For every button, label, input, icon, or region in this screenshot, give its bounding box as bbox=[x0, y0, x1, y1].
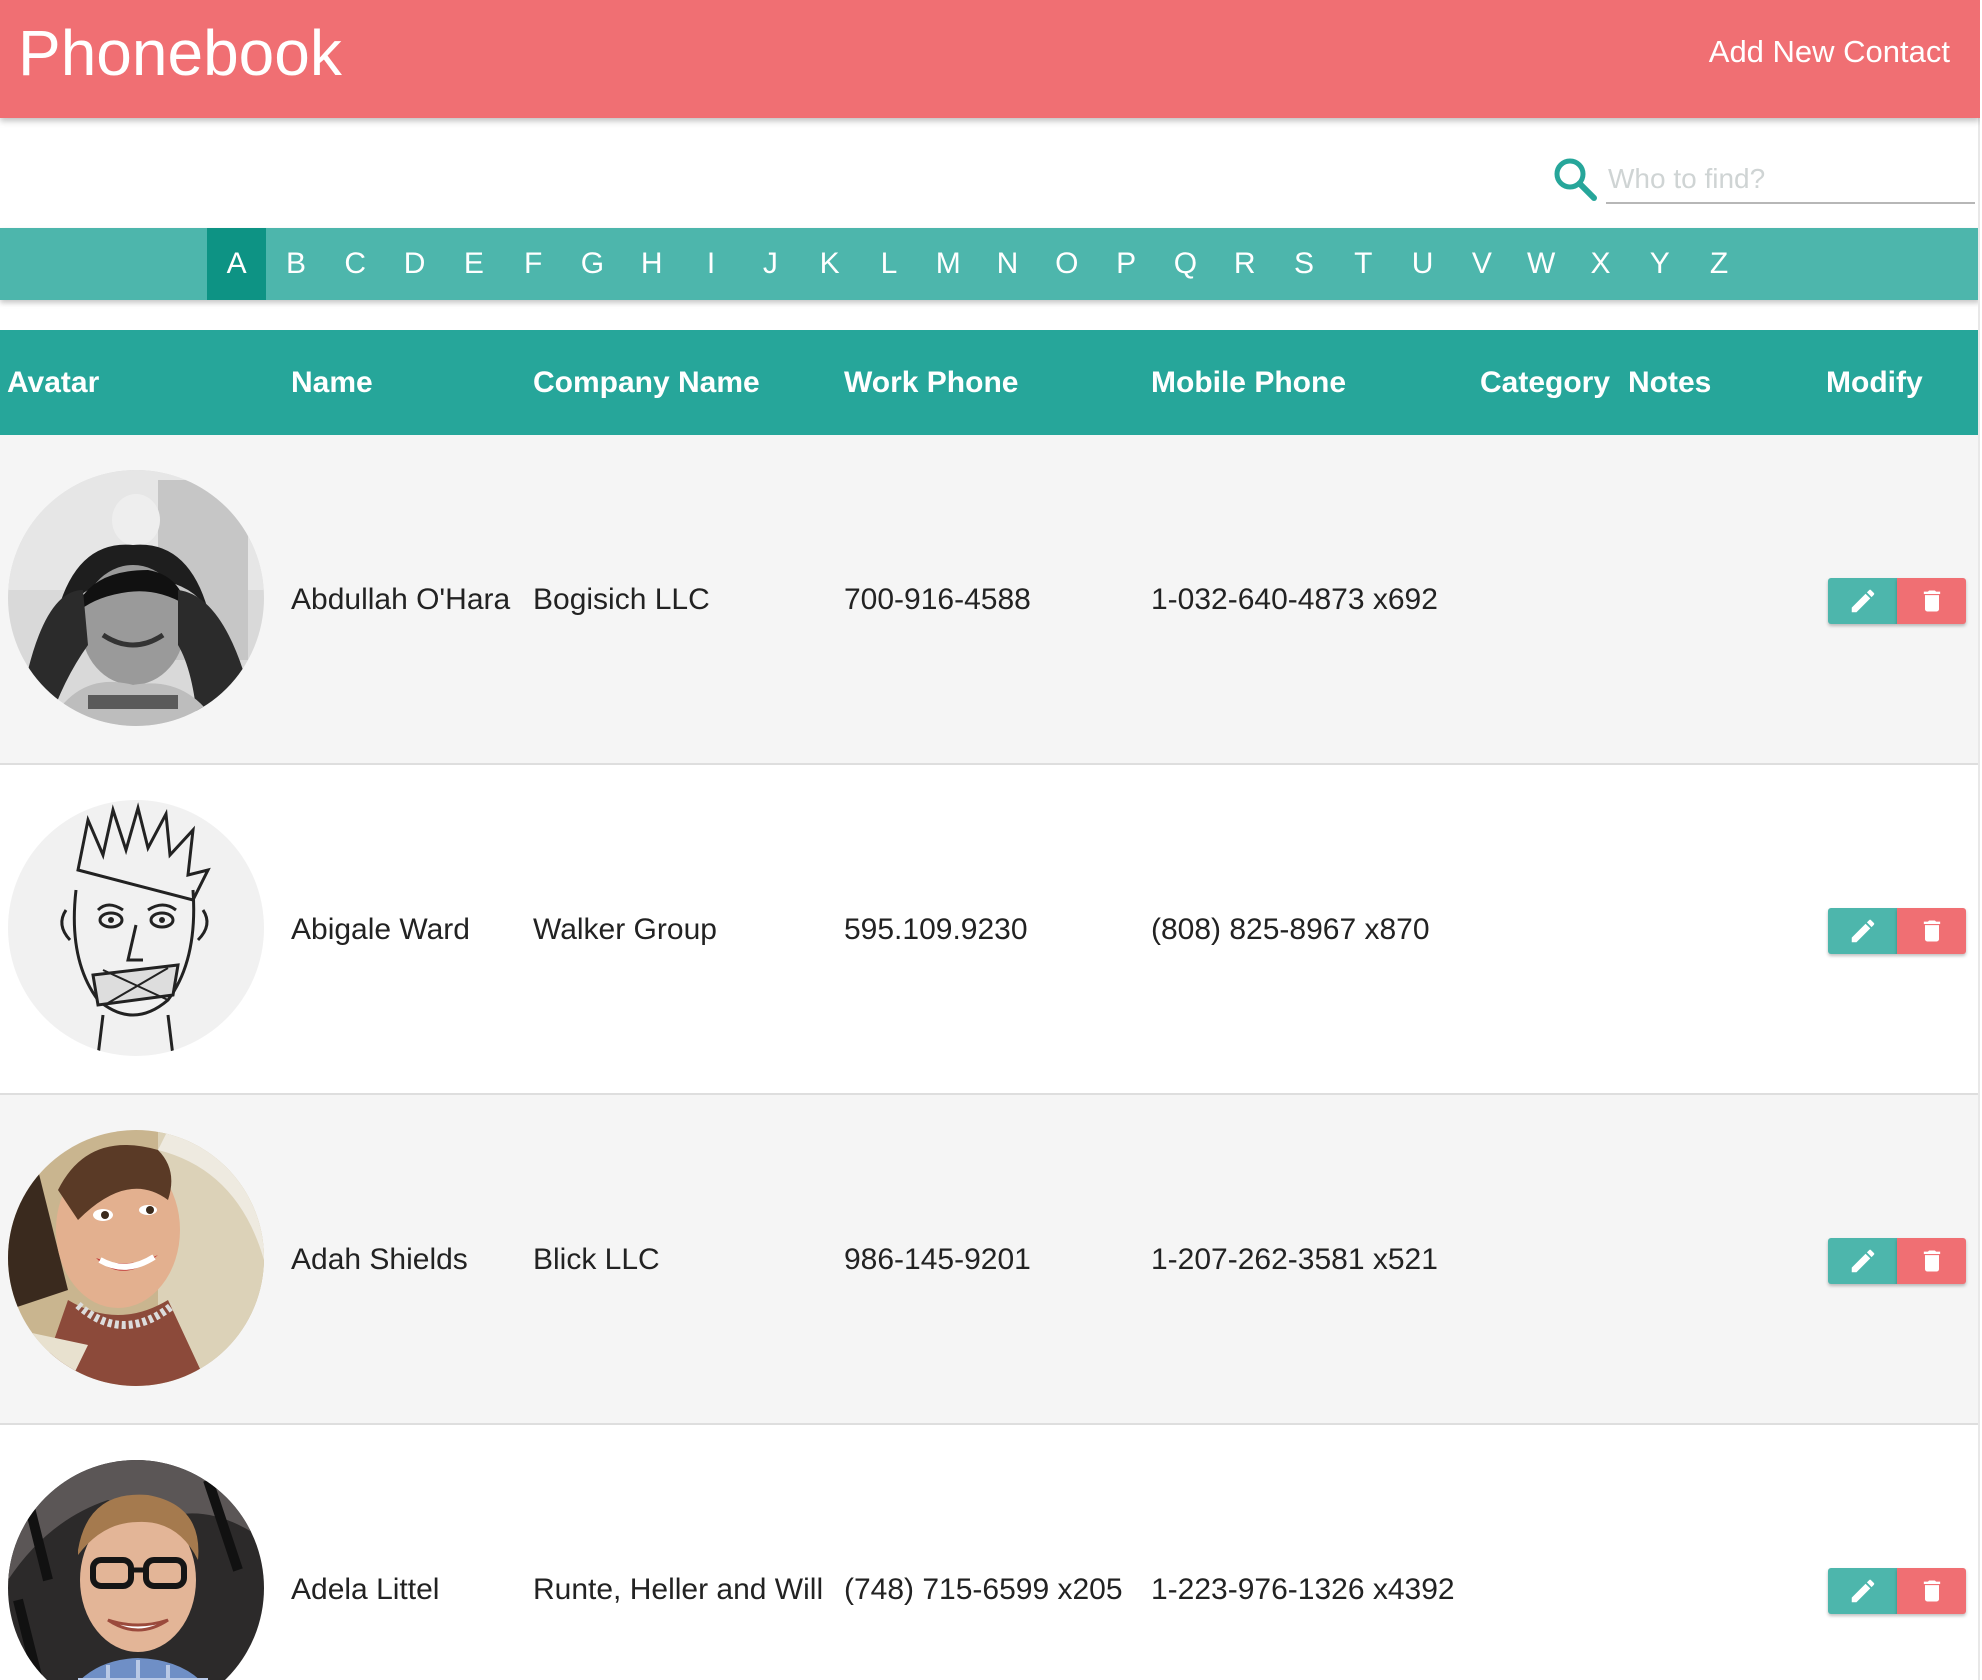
letter-filter-p[interactable]: P bbox=[1096, 228, 1155, 300]
modify-actions bbox=[1828, 908, 1966, 954]
column-header-category: Category bbox=[1480, 366, 1611, 399]
contacts-table: Avatar Name Company Name Work Phone Mobi… bbox=[0, 330, 1980, 1680]
letter-filter-j[interactable]: J bbox=[741, 228, 800, 300]
trash-icon bbox=[1923, 1250, 1940, 1272]
letter-filter-v[interactable]: V bbox=[1452, 228, 1511, 300]
contact-company: Runte, Heller and Will bbox=[533, 1573, 824, 1606]
contact-mobile-phone: (808) 825-8967 x870 bbox=[1151, 913, 1430, 946]
letter-filter-n[interactable]: N bbox=[978, 228, 1037, 300]
avatar bbox=[8, 1460, 264, 1680]
column-header-name: Name bbox=[291, 366, 373, 399]
contact-work-phone: (748) 715-6599 x205 bbox=[844, 1573, 1123, 1606]
contact-name: Abdullah O'Hara bbox=[291, 583, 511, 616]
table-row: Abdullah O'Hara Bogisich LLC 700-916-458… bbox=[0, 435, 1980, 765]
edit-contact-button[interactable] bbox=[1828, 1238, 1897, 1284]
contact-work-phone: 595.109.9230 bbox=[844, 913, 1028, 946]
contact-mobile-phone: 1-223-976-1326 x4392 bbox=[1151, 1573, 1455, 1606]
pencil-icon bbox=[1851, 1249, 1874, 1273]
page-edge bbox=[1978, 0, 1980, 1680]
delete-contact-button[interactable] bbox=[1897, 578, 1966, 624]
letter-filter-e[interactable]: E bbox=[444, 228, 503, 300]
letter-filter-y[interactable]: Y bbox=[1630, 228, 1689, 300]
delete-contact-button[interactable] bbox=[1897, 1568, 1966, 1614]
search-box bbox=[1550, 150, 1975, 210]
letter-filter-i[interactable]: I bbox=[681, 228, 740, 300]
trash-icon bbox=[1923, 1580, 1940, 1602]
edit-contact-button[interactable] bbox=[1828, 1568, 1897, 1614]
avatar bbox=[8, 1130, 264, 1386]
column-header-notes: Notes bbox=[1628, 366, 1712, 399]
letter-filter-l[interactable]: L bbox=[859, 228, 918, 300]
contact-company: Bogisich LLC bbox=[533, 583, 710, 616]
search-icon[interactable] bbox=[1550, 154, 1600, 204]
edit-contact-button[interactable] bbox=[1828, 578, 1897, 624]
app-header: Phonebook Add New Contact bbox=[0, 0, 1980, 118]
letter-filter-w[interactable]: W bbox=[1512, 228, 1571, 300]
alphabet-letters: ABCDEFGHIJKLMNOPQRSTUVWXYZ bbox=[207, 228, 1749, 300]
pencil-icon bbox=[1851, 1579, 1874, 1603]
letter-filter-a[interactable]: A bbox=[207, 228, 267, 300]
letter-filter-x[interactable]: X bbox=[1571, 228, 1630, 300]
letter-filter-g[interactable]: G bbox=[563, 228, 622, 300]
letter-filter-q[interactable]: Q bbox=[1156, 228, 1215, 300]
table-header: Avatar Name Company Name Work Phone Mobi… bbox=[0, 330, 1980, 435]
search-input[interactable] bbox=[1606, 156, 1975, 204]
contact-name: Adela Littel bbox=[291, 1573, 440, 1606]
contact-company: Walker Group bbox=[533, 913, 717, 946]
letter-filter-b[interactable]: B bbox=[266, 228, 325, 300]
delete-contact-button[interactable] bbox=[1897, 908, 1966, 954]
contact-name: Abigale Ward bbox=[291, 913, 470, 946]
table-row: Adela Littel Runte, Heller and Will (748… bbox=[0, 1425, 1980, 1680]
column-header-modify: Modify bbox=[1826, 366, 1923, 399]
modify-actions bbox=[1828, 1238, 1966, 1284]
contact-mobile-phone: 1-207-262-3581 x521 bbox=[1151, 1243, 1438, 1276]
modify-actions bbox=[1828, 1568, 1966, 1614]
column-header-company: Company Name bbox=[533, 366, 760, 399]
column-header-avatar: Avatar bbox=[7, 366, 100, 399]
avatar bbox=[8, 800, 264, 1056]
pencil-icon bbox=[1851, 919, 1874, 943]
letter-filter-d[interactable]: D bbox=[385, 228, 444, 300]
letter-filter-m[interactable]: M bbox=[919, 228, 978, 300]
letter-filter-k[interactable]: K bbox=[800, 228, 859, 300]
table-row: Abigale Ward Walker Group 595.109.9230 (… bbox=[0, 765, 1980, 1095]
letter-filter-r[interactable]: R bbox=[1215, 228, 1274, 300]
letter-filter-c[interactable]: C bbox=[326, 228, 385, 300]
avatar bbox=[8, 470, 264, 726]
letter-filter-t[interactable]: T bbox=[1334, 228, 1393, 300]
letter-filter-f[interactable]: F bbox=[503, 228, 562, 300]
column-header-mobile-phone: Mobile Phone bbox=[1151, 366, 1346, 399]
table-row: Adah Shields Blick LLC 986-145-9201 1-20… bbox=[0, 1095, 1980, 1425]
letter-filter-o[interactable]: O bbox=[1037, 228, 1096, 300]
contact-work-phone: 986-145-9201 bbox=[844, 1243, 1031, 1276]
letter-filter-s[interactable]: S bbox=[1274, 228, 1333, 300]
letter-filter-z[interactable]: Z bbox=[1689, 228, 1748, 300]
column-header-work-phone: Work Phone bbox=[844, 366, 1019, 399]
letter-filter-u[interactable]: U bbox=[1393, 228, 1452, 300]
trash-icon bbox=[1923, 590, 1940, 612]
pencil-icon bbox=[1851, 589, 1874, 613]
alphabet-filter-bar: ABCDEFGHIJKLMNOPQRSTUVWXYZ bbox=[0, 228, 1980, 300]
contact-work-phone: 700-916-4588 bbox=[844, 583, 1031, 616]
contact-company: Blick LLC bbox=[533, 1243, 660, 1276]
modify-actions bbox=[1828, 578, 1966, 624]
contact-name: Adah Shields bbox=[291, 1243, 468, 1276]
trash-icon bbox=[1923, 920, 1940, 942]
app-title: Phonebook bbox=[18, 17, 342, 89]
edit-contact-button[interactable] bbox=[1828, 908, 1897, 954]
add-new-contact-link[interactable]: Add New Contact bbox=[1709, 30, 1950, 74]
contact-mobile-phone: 1-032-640-4873 x692 bbox=[1151, 583, 1438, 616]
letter-filter-h[interactable]: H bbox=[622, 228, 681, 300]
delete-contact-button[interactable] bbox=[1897, 1238, 1966, 1284]
